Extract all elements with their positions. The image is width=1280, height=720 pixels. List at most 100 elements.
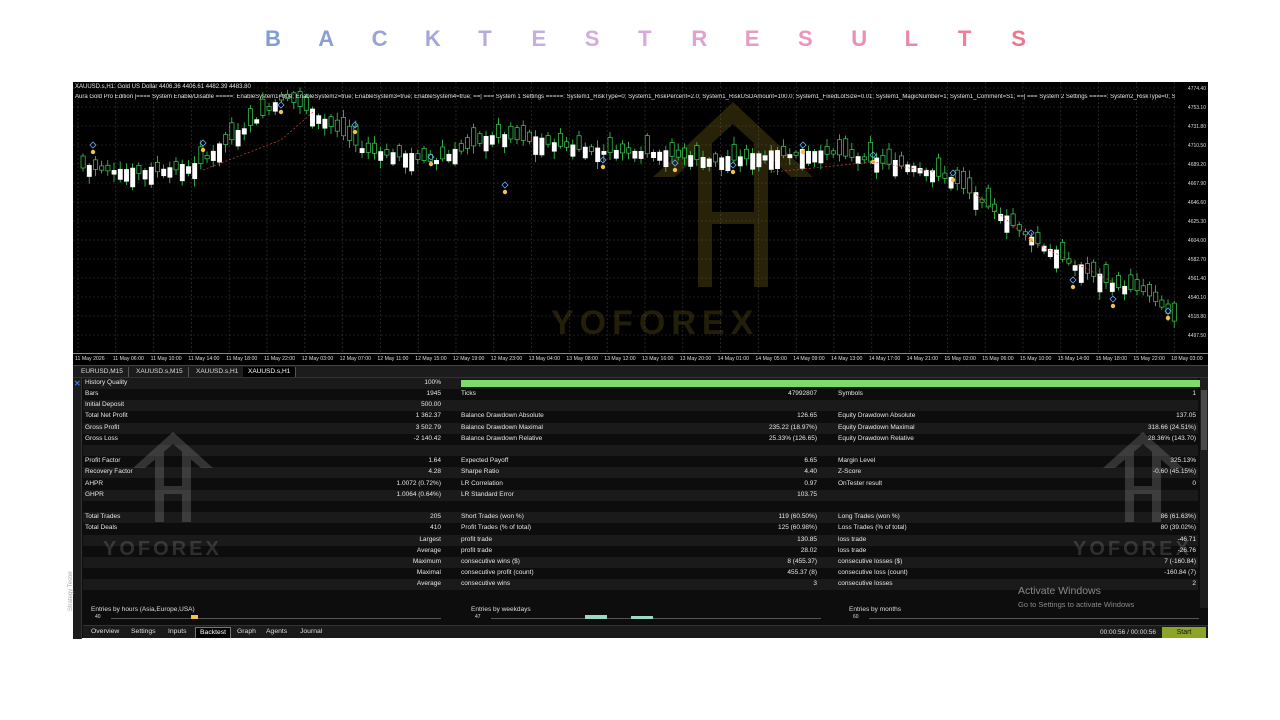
metric-label: Expected Payoff xyxy=(461,457,509,465)
metric-value: 205 xyxy=(430,513,441,521)
tester-tabs: 00:00:56 / 00:00:56 Start Overview Settin… xyxy=(83,625,1208,638)
candle-body xyxy=(812,151,818,163)
history-quality-fill xyxy=(461,380,1201,387)
candle-body xyxy=(173,161,179,171)
candle-body xyxy=(775,150,780,169)
price-label: 4689.20 xyxy=(1187,162,1206,168)
symbol-tab[interactable]: XAUUSD.s,H1 xyxy=(243,367,297,377)
candle-body xyxy=(353,125,359,146)
candle-body xyxy=(868,141,873,162)
candle-body xyxy=(248,108,253,126)
candle-body xyxy=(837,139,842,156)
candle-body xyxy=(1140,285,1146,293)
price-label: 4774.40 xyxy=(1187,86,1206,92)
price-label: 4625.30 xyxy=(1187,219,1206,225)
candle-body xyxy=(657,151,663,161)
time-label: 12 May 19:00 xyxy=(453,356,485,362)
report-row: Bars 1945 Ticks 47992807 Symbols 1 xyxy=(83,389,1198,400)
candle-body xyxy=(1091,261,1097,277)
candle-body xyxy=(1159,299,1165,308)
candle-body xyxy=(434,160,439,165)
candle-body xyxy=(310,108,315,127)
candle-body xyxy=(328,116,334,127)
tab-backtest[interactable]: Backtest xyxy=(195,627,232,638)
trade-marker xyxy=(600,164,606,170)
yoforex-watermark-logo: YOFOREX xyxy=(551,102,813,342)
candle-body xyxy=(942,172,948,179)
trade-marker xyxy=(672,167,678,173)
time-label: 15 May 02:00 xyxy=(944,356,976,362)
trade-marker xyxy=(1070,284,1076,290)
time-label: 11 May 2026 xyxy=(75,356,105,362)
candle-body xyxy=(582,146,588,159)
candle-body xyxy=(384,149,390,156)
candle-body xyxy=(570,144,576,157)
title-letter: T xyxy=(957,26,972,51)
tab-settings[interactable]: Settings xyxy=(127,627,160,638)
candle-body xyxy=(558,133,563,147)
metric-value: -2 140.42 xyxy=(413,434,441,442)
metric-label: OnTester result xyxy=(838,479,883,487)
candle-body xyxy=(142,170,148,180)
candle-body xyxy=(223,134,229,145)
candle-body xyxy=(781,146,787,157)
history-quality-value: 100% xyxy=(424,379,441,386)
candle-body xyxy=(396,145,402,158)
test-timer: 00:00:56 / 00:00:56 xyxy=(1099,629,1156,636)
candle-body xyxy=(589,146,594,152)
tab-graph[interactable]: Graph xyxy=(233,627,260,638)
candle-body xyxy=(973,192,979,210)
candle-body xyxy=(576,135,582,150)
candle-body xyxy=(489,135,495,145)
time-label: 14 May 17:00 xyxy=(868,356,901,362)
candle-body xyxy=(322,118,328,129)
title-letter: U xyxy=(851,26,868,51)
trade-marker xyxy=(428,161,434,167)
trade-marker xyxy=(1165,315,1171,321)
candle-body xyxy=(1116,275,1121,288)
metric-label: consecutive losses ($) xyxy=(838,558,903,565)
symbol-tab[interactable]: EURUSD,M15 xyxy=(76,367,129,377)
candle-body xyxy=(936,157,942,177)
price-chart[interactable]: YOFOREX XAUUSD.s,H1: Gold US Dollar 4406… xyxy=(73,82,1208,353)
metric-label: Loss Trades (% of total) xyxy=(838,524,907,532)
symbol-tab[interactable]: XAUUSD.s,H1 xyxy=(191,367,245,377)
metric-label: Largest xyxy=(419,535,441,543)
symbol-tab[interactable]: XAUUSD.s,M15 xyxy=(131,367,189,377)
candle-body xyxy=(607,137,613,153)
metric-label: consecutive profit (count) xyxy=(461,569,534,577)
metric-label: Equity Drawdown Relative xyxy=(838,434,914,442)
metric-value: 47992807 xyxy=(788,390,817,397)
candle-body xyxy=(272,102,278,112)
candle-body xyxy=(985,187,991,208)
price-label: 4667.90 xyxy=(1187,181,1206,187)
history-quality-label: History Quality xyxy=(85,379,128,386)
candle-body xyxy=(229,122,235,141)
tab-inputs[interactable]: Inputs xyxy=(164,627,191,638)
trade-markers xyxy=(89,101,1172,321)
tab-overview[interactable]: Overview xyxy=(87,627,123,638)
candle-body xyxy=(719,157,725,170)
trade-marker xyxy=(730,169,736,175)
candle-body xyxy=(210,150,216,161)
tab-agents[interactable]: Agents xyxy=(262,627,291,638)
metric-label: Average xyxy=(416,546,441,554)
time-label: 13 May 12:00 xyxy=(604,356,636,362)
candle-body xyxy=(725,156,731,172)
start-button[interactable]: Start xyxy=(1162,627,1206,638)
trade-arrow-icon xyxy=(729,161,737,169)
tab-journal[interactable]: Journal xyxy=(296,627,326,638)
candle-body xyxy=(961,170,966,189)
candle-body xyxy=(967,177,973,194)
title-letter: C xyxy=(371,26,388,51)
candle-body xyxy=(403,153,408,168)
tester-side-strip: ✕ Strategy Tester xyxy=(68,378,82,639)
title-letter: E xyxy=(531,26,547,51)
candle-body xyxy=(217,143,222,163)
close-icon[interactable]: ✕ xyxy=(74,379,81,388)
time-label: 14 May 09:00 xyxy=(793,356,825,362)
title-letter: A xyxy=(318,26,335,51)
candle-body xyxy=(731,143,737,161)
time-label: 14 May 01:00 xyxy=(717,356,750,362)
candle-body xyxy=(99,165,105,171)
